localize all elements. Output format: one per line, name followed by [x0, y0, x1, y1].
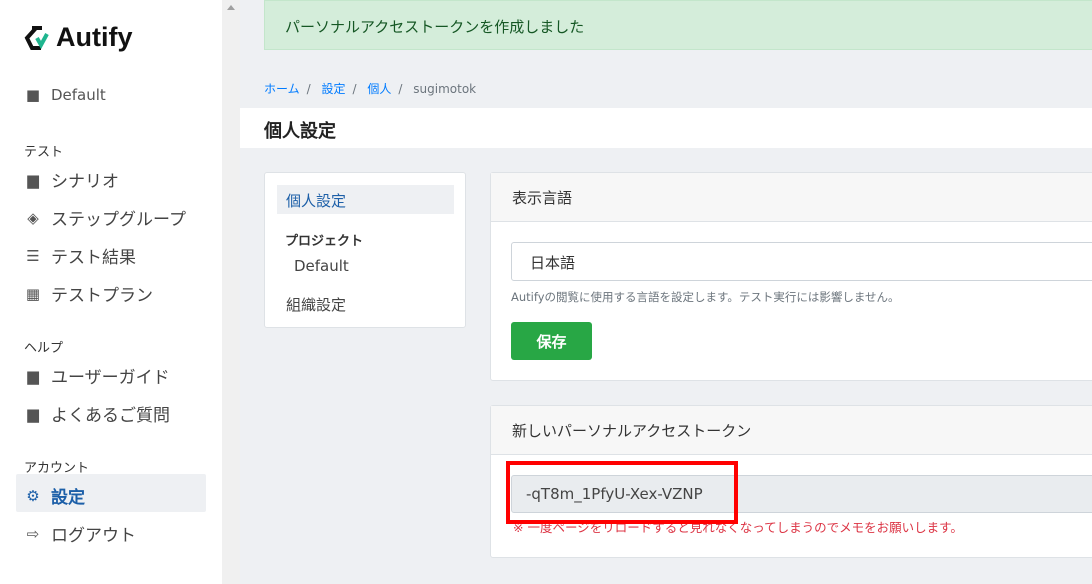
project-selector[interactable]: ■ Default: [24, 86, 106, 104]
settings-nav-project-label: プロジェクト: [285, 234, 364, 249]
breadcrumb-current: sugimotok: [413, 82, 477, 96]
highlight-box: [506, 461, 738, 524]
sidebar-item-step-group[interactable]: ◈ ステップグループ: [24, 205, 186, 231]
book-icon: ▆: [27, 170, 39, 189]
autify-logo[interactable]: Autify: [24, 22, 133, 53]
page-title: 個人設定: [264, 121, 336, 142]
sidebar-item-faq[interactable]: ▆ よくあるご質問: [24, 401, 170, 427]
book-icon: ▆: [27, 366, 39, 385]
section-help: ヘルプ: [24, 341, 64, 356]
page-header: 個人設定: [240, 108, 1092, 148]
settings-nav-project[interactable]: Default: [294, 257, 349, 275]
label: よくあるご質問: [51, 406, 170, 426]
token-card-title: 新しいパーソナルアクセストークン: [491, 406, 1092, 455]
success-alert: パーソナルアクセストークンを作成しました: [264, 0, 1092, 50]
label: ユーザーガイド: [51, 368, 170, 388]
section-test: テスト: [24, 145, 64, 160]
folder-icon: ■: [25, 86, 41, 104]
scroll-up-icon[interactable]: [227, 5, 235, 10]
label: 設定: [51, 488, 85, 508]
sidebar: Autify ■ Default テスト ▆ シナリオ ◈ ステップグループ ☰ テスト…: [0, 0, 222, 584]
scrollbar[interactable]: [222, 0, 240, 584]
breadcrumb-home[interactable]: ホーム: [264, 82, 300, 96]
language-select[interactable]: 日本語: [511, 242, 1092, 281]
breadcrumb: ホーム / 設定 / 個人 / sugimotok: [264, 82, 477, 96]
brand-name: Autify: [56, 22, 133, 52]
sidebar-item-test-results[interactable]: ☰ テスト結果: [24, 243, 136, 269]
language-card: 表示言語 日本語 Autifyの閲覧に使用する言語を設定します。テスト実行には影…: [490, 172, 1092, 381]
settings-nav-personal[interactable]: 個人設定: [277, 185, 454, 214]
book-icon: ▆: [27, 404, 39, 423]
gear-icon: ⚙: [26, 486, 40, 505]
breadcrumb-settings[interactable]: 設定: [322, 82, 346, 96]
sidebar-item-test-plan[interactable]: ▦ テストプラン: [24, 281, 153, 307]
sidebar-item-scenario[interactable]: ▆ シナリオ: [24, 167, 119, 193]
save-button[interactable]: 保存: [511, 322, 592, 360]
logout-icon: ⇨: [26, 524, 40, 543]
settings-nav-org[interactable]: 組織設定: [286, 294, 346, 315]
label: ステップグループ: [51, 210, 186, 230]
calendar-icon: ▦: [25, 284, 41, 303]
sidebar-item-user-guide[interactable]: ▆ ユーザーガイド: [24, 363, 170, 389]
sidebar-item-settings[interactable]: ⚙ 設定: [24, 483, 85, 509]
autify-logo-icon: [24, 25, 49, 50]
breadcrumb-personal[interactable]: 個人: [367, 82, 391, 96]
language-card-title: 表示言語: [491, 173, 1092, 222]
language-help: Autifyの閲覧に使用する言語を設定します。テスト実行には影響しません。: [511, 290, 900, 304]
project-name: Default: [51, 86, 106, 104]
checklist-icon: ☰: [26, 246, 40, 265]
layers-icon: ◈: [27, 208, 39, 227]
label: テストプラン: [51, 286, 153, 306]
label: ログアウト: [51, 526, 136, 546]
settings-nav: 個人設定 プロジェクト Default 組織設定: [264, 172, 466, 328]
sidebar-item-logout[interactable]: ⇨ ログアウト: [24, 521, 136, 547]
label: テスト結果: [51, 248, 136, 268]
label: シナリオ: [51, 172, 119, 192]
